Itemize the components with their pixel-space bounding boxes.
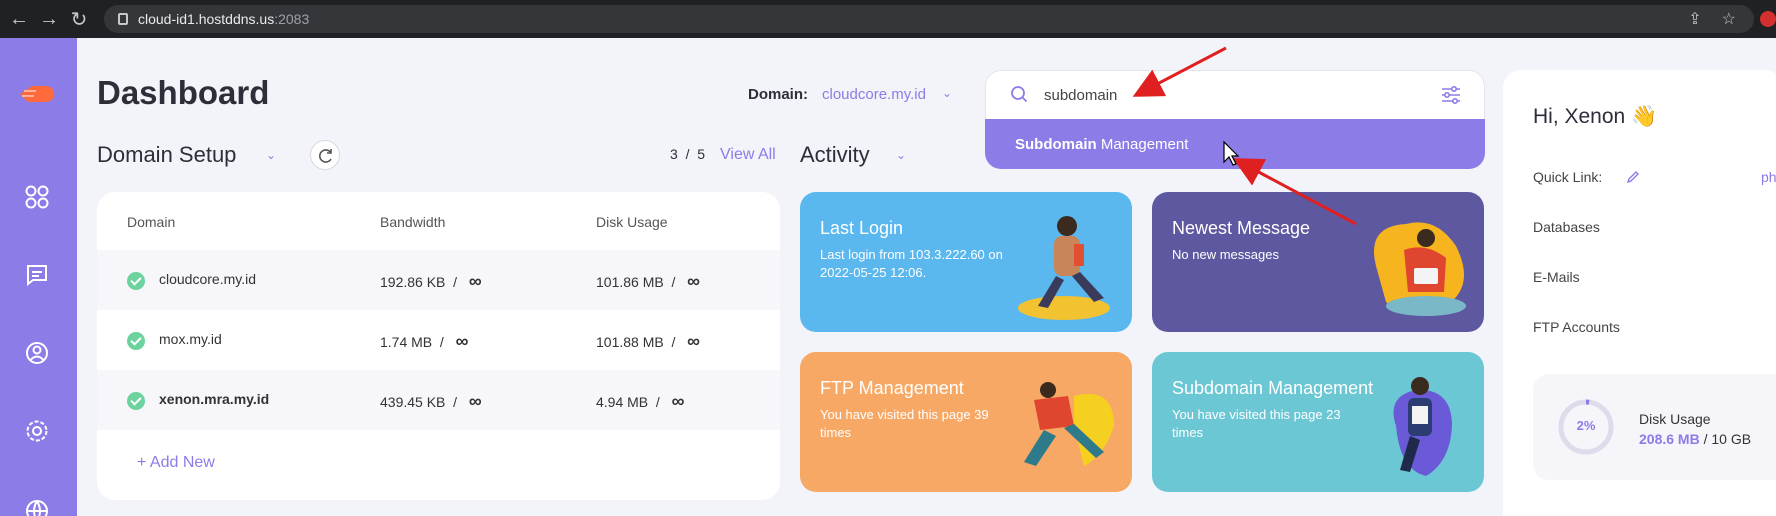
check-icon: [127, 272, 145, 290]
domain-name: cloudcore.my.id: [159, 271, 257, 287]
greeting: Hi, Xenon 👋: [1533, 105, 1658, 128]
disk-usage-value: 208.6 MB / 10 GB: [1639, 431, 1752, 447]
card-title: Last Login: [820, 218, 904, 238]
chevron-down-icon[interactable]: ⌄: [942, 86, 952, 100]
check-icon: [127, 332, 145, 350]
filter-icon[interactable]: [1440, 84, 1462, 106]
bandwidth-value: 439.45 KB / ∞: [380, 391, 482, 411]
forward-arrow-icon[interactable]: →: [34, 8, 64, 31]
subdomain-management-card[interactable]: Subdomain Management You have visited th…: [1152, 352, 1484, 492]
person-illustration-icon: [1393, 377, 1452, 476]
right-panel: Hi, Xenon 👋 Quick Link: ph Databases E-M…: [1503, 70, 1776, 516]
address-bar[interactable]: cloud-id1.hostddns.us:2083: [104, 5, 1754, 33]
domain-name: mox.my.id: [159, 331, 222, 347]
chevron-down-icon[interactable]: ⌄: [896, 148, 906, 162]
refresh-button[interactable]: [310, 140, 340, 170]
apps-grid-icon[interactable]: [24, 184, 50, 210]
databases-item[interactable]: Databases: [1533, 219, 1600, 235]
pager: 3 / 5: [670, 146, 706, 162]
quick-link-label: Quick Link:: [1533, 169, 1603, 185]
star-icon[interactable]: ☆: [1722, 9, 1736, 29]
card-body: You have visited this page 39 times: [820, 407, 989, 440]
extension-icon[interactable]: [1760, 11, 1776, 27]
page-title: Dashboard: [97, 74, 270, 111]
search-box[interactable]: subdomain: [985, 70, 1485, 120]
disk-value: 4.94 MB / ∞: [596, 391, 685, 411]
add-new-domain-button[interactable]: + Add New: [137, 454, 215, 472]
search-result-match: Subdomain: [1015, 136, 1097, 153]
view-all-link[interactable]: View All: [720, 146, 776, 164]
url-text: cloud-id1.hostddns.us:2083: [138, 11, 310, 27]
reload-icon[interactable]: ↻: [64, 7, 94, 32]
chat-icon[interactable]: [24, 262, 50, 288]
card-body: You have visited this page 23 times: [1172, 407, 1341, 440]
disk-usage-label: Disk Usage: [1639, 411, 1711, 427]
person-illustration-icon: [1374, 222, 1466, 316]
logo-icon[interactable]: [18, 80, 58, 106]
person-illustration-icon: [1024, 382, 1114, 466]
bandwidth-value: 192.86 KB / ∞: [380, 271, 482, 291]
activity-title: Activity: [800, 142, 870, 167]
column-header-domain: Domain: [127, 214, 176, 230]
refresh-icon: [319, 149, 332, 163]
sidebar: [0, 38, 77, 516]
ftp-accounts-item[interactable]: FTP Accounts: [1533, 319, 1620, 335]
search-result-rest: Management: [1096, 136, 1189, 153]
table-row[interactable]: cloudcore.my.id 192.86 KB / ∞ 101.86 MB …: [97, 250, 780, 310]
settings-icon[interactable]: [24, 418, 50, 444]
domain-selector[interactable]: cloudcore.my.id: [822, 86, 926, 103]
emails-item[interactable]: E-Mails: [1533, 269, 1580, 285]
lock-icon: [118, 13, 128, 25]
check-icon: [127, 392, 145, 410]
share-icon[interactable]: ⇪: [1688, 9, 1701, 29]
bandwidth-value: 1.74 MB / ∞: [380, 331, 469, 351]
table-row[interactable]: xenon.mra.my.id 439.45 KB / ∞ 4.94 MB / …: [97, 370, 780, 430]
table-row[interactable]: mox.my.id 1.74 MB / ∞ 101.88 MB / ∞: [97, 310, 780, 370]
chevron-down-icon[interactable]: ⌄: [266, 148, 276, 162]
column-header-bandwidth: Bandwidth: [380, 214, 446, 230]
card-title: FTP Management: [820, 378, 964, 398]
column-header-disk: Disk Usage: [596, 214, 668, 230]
card-body: Last login from 103.3.222.60 on 2022-05-…: [820, 247, 1003, 280]
disk-value: 101.86 MB / ∞: [596, 271, 701, 291]
back-arrow-icon[interactable]: ←: [4, 8, 34, 31]
newest-message-card[interactable]: Newest Message No new messages: [1152, 192, 1484, 332]
domain-name: xenon.mra.my.id: [159, 391, 270, 407]
search-icon: [1011, 86, 1028, 103]
search-result-item[interactable]: Subdomain Management: [985, 119, 1485, 169]
user-icon[interactable]: [24, 340, 50, 366]
last-login-card[interactable]: Last Login Last login from 103.3.222.60 …: [800, 192, 1132, 332]
domain-table: Domain Bandwidth Disk Usage cloudcore.my…: [97, 192, 780, 500]
globe-icon[interactable]: [24, 498, 50, 516]
search-input[interactable]: subdomain: [1044, 87, 1117, 104]
quick-link[interactable]: ph: [1761, 169, 1776, 185]
person-illustration-icon: [1018, 216, 1110, 320]
card-body: No new messages: [1172, 247, 1279, 262]
ftp-management-card[interactable]: FTP Management You have visited this pag…: [800, 352, 1132, 492]
browser-chrome: ← → ↻ cloud-id1.hostddns.us:2083 ⇪ ☆: [0, 0, 1776, 38]
disk-usage-widget: 2% Disk Usage 208.6 MB / 10 GB: [1533, 374, 1776, 480]
disk-usage-percent: 2%: [1576, 418, 1596, 433]
domain-setup-title: Domain Setup: [97, 142, 237, 167]
domain-label: Domain:: [748, 86, 808, 103]
card-title: Newest Message: [1172, 218, 1311, 238]
disk-value: 101.88 MB / ∞: [596, 331, 701, 351]
edit-icon[interactable]: [1626, 170, 1640, 184]
